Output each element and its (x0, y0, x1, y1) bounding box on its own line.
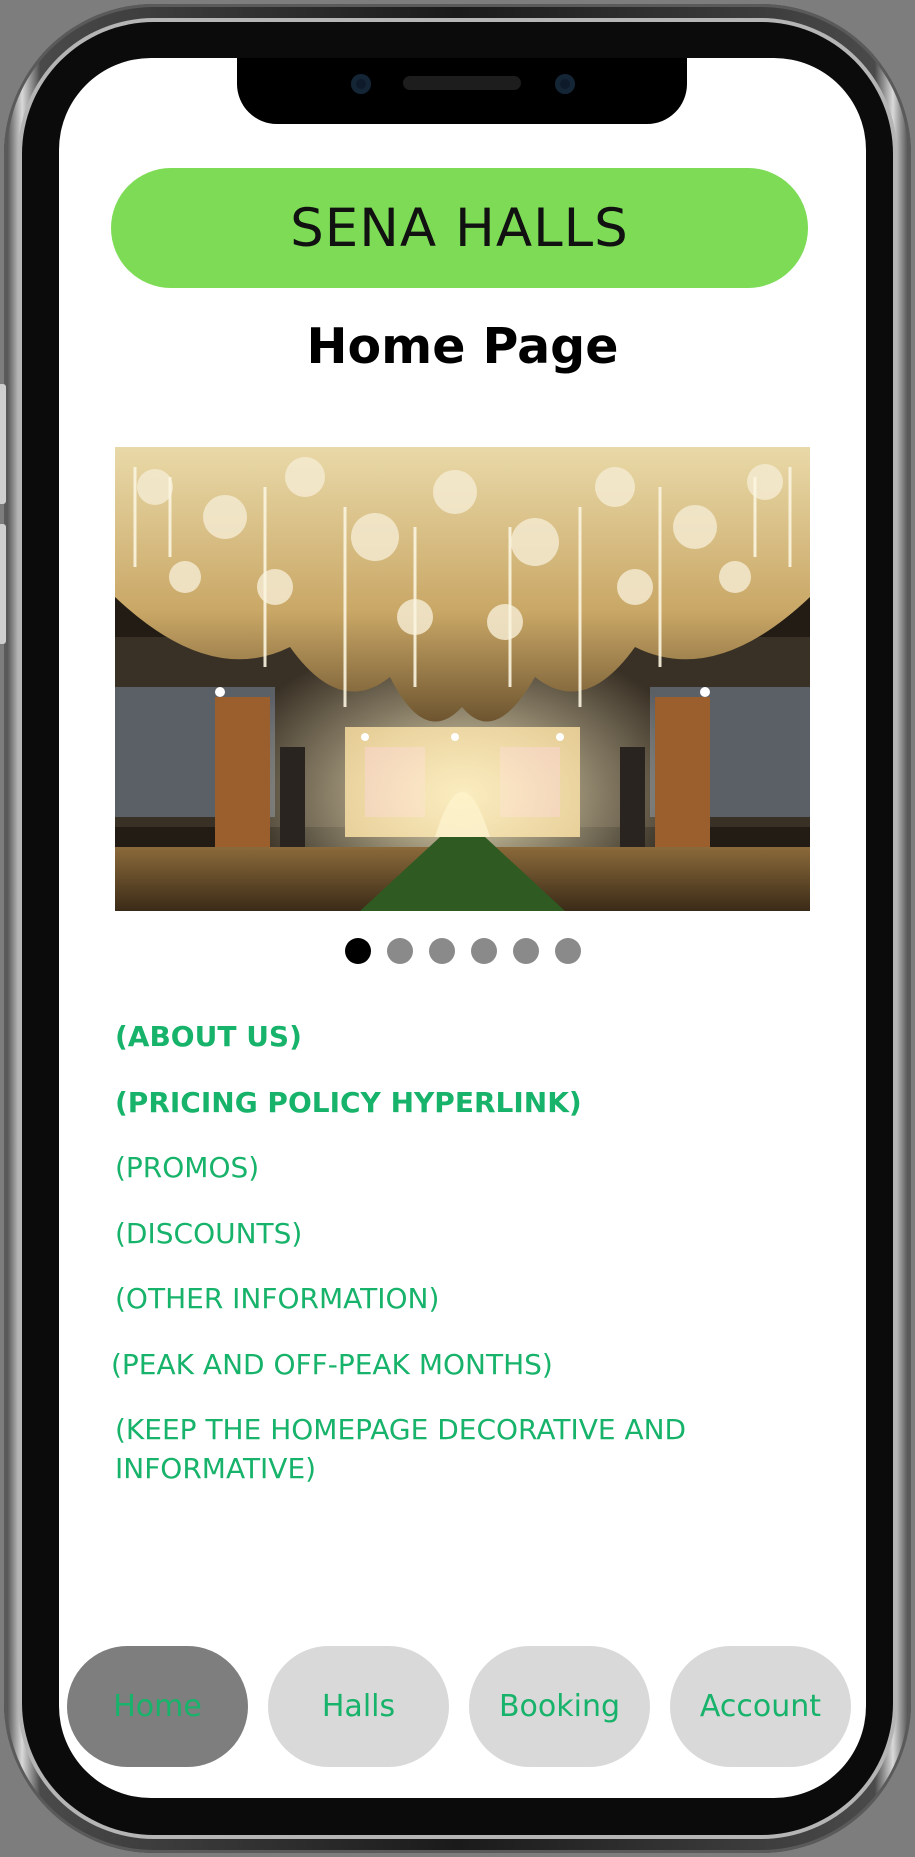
carousel-dot-2[interactable] (386, 938, 413, 964)
carousel-dot-6[interactable] (554, 938, 581, 964)
notch (237, 58, 687, 124)
carousel-dot-1[interactable] (344, 938, 371, 964)
carousel-image[interactable] (115, 447, 810, 911)
pricing-policy-link[interactable]: (PRICING POLICY HYPERLINK) (115, 1084, 582, 1123)
carousel-dot-3[interactable] (428, 938, 455, 964)
page-title: Home Page (306, 318, 619, 375)
carousel-dot-5[interactable] (512, 938, 539, 964)
app-screen: SENA HALLS Home Page (ABOUT US) (PRICING… (59, 58, 866, 1798)
other-information-link[interactable]: (OTHER INFORMATION) (115, 1280, 439, 1319)
volume-down-button (0, 524, 6, 644)
speaker-grille (403, 76, 521, 90)
volume-up-button (0, 384, 6, 504)
app-title-banner: SENA HALLS (111, 168, 808, 288)
homepage-note-text: (KEEP THE HOMEPAGE DECORATIVE AND INFORM… (115, 1413, 687, 1485)
peak-months-link[interactable]: (PEAK AND OFF-PEAK MONTHS) (111, 1346, 553, 1385)
camera-icon (351, 74, 371, 94)
banquet-hall-photo (115, 447, 810, 911)
carousel-indicator (59, 938, 866, 964)
nav-halls-button[interactable]: Halls (268, 1646, 449, 1767)
nav-account-button[interactable]: Account (670, 1646, 851, 1767)
promos-link[interactable]: (PROMOS) (115, 1149, 259, 1188)
nav-home-button[interactable]: Home (67, 1646, 248, 1767)
bottom-nav: Home Halls Booking Account (67, 1646, 862, 1768)
discounts-link[interactable]: (DISCOUNTS) (115, 1215, 302, 1254)
sensor-icon (555, 74, 575, 94)
nav-booking-button[interactable]: Booking (469, 1646, 650, 1767)
carousel-dot-4[interactable] (470, 938, 497, 964)
about-us-link[interactable]: (ABOUT US) (115, 1018, 302, 1057)
